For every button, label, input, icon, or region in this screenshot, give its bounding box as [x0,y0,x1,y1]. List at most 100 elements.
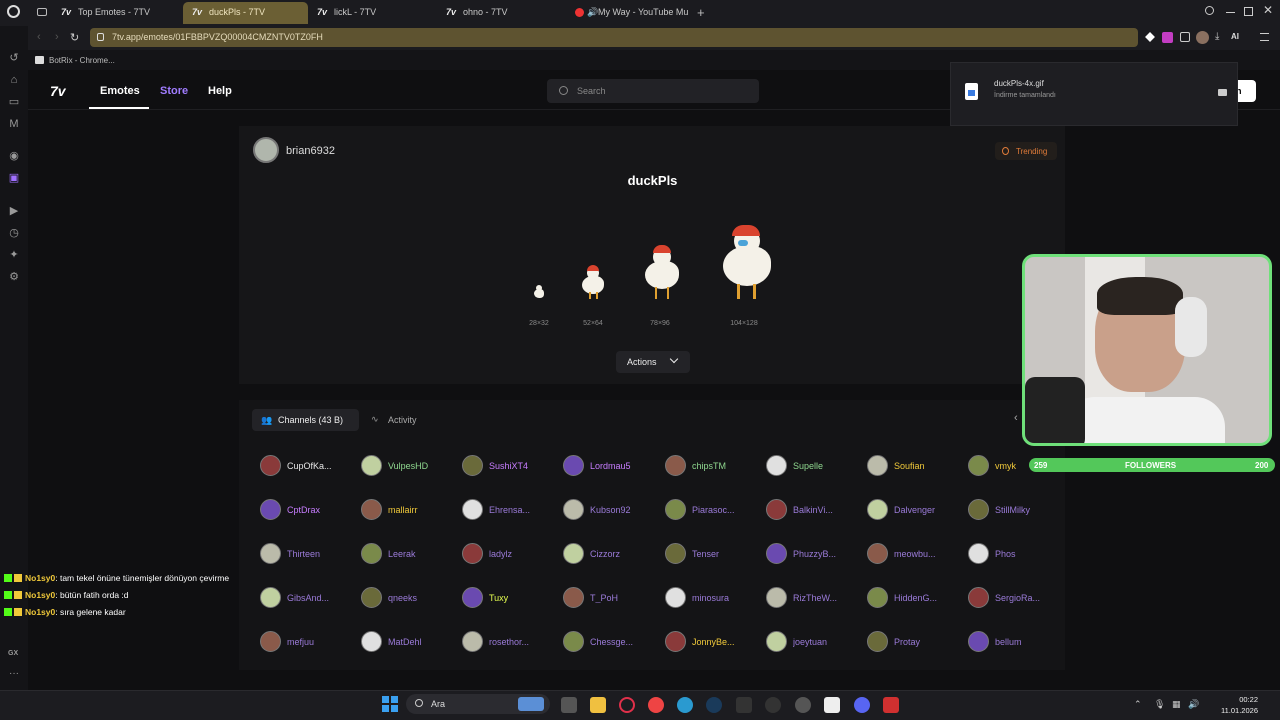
opera-logo[interactable] [7,5,20,18]
opera-gx-icon[interactable] [619,697,635,713]
channel-item[interactable]: mallairr [361,499,459,521]
more-icon[interactable]: ··· [9,668,19,679]
gx-control-icon[interactable]: ↺ [8,52,20,64]
clock-time[interactable]: 00:22 [1222,695,1258,704]
site-search[interactable]: Search [547,79,759,103]
channel-item[interactable]: Soufian [867,455,965,477]
channel-item[interactable]: RizTheW... [766,587,864,609]
discord-icon[interactable] [854,697,870,713]
mic-icon[interactable]: 🎙 [1154,699,1165,710]
tab-channels[interactable]: 👥 Channels (43 B) [252,409,359,431]
channel-item[interactable]: Lordmau5 [563,455,661,477]
task-view-icon[interactable] [561,697,577,713]
channel-item[interactable]: meowbu... [867,543,965,565]
file-explorer-icon[interactable] [590,697,606,713]
emote-preview-1x[interactable] [533,285,545,299]
channel-item[interactable]: GibsAnd... [260,587,358,609]
close-icon[interactable]: ✕ [1263,3,1273,17]
channel-item[interactable]: Leerak [361,543,459,565]
profile-avatar[interactable] [1196,31,1209,44]
tab-overview-icon[interactable] [37,8,47,16]
folder-icon[interactable] [1218,89,1227,96]
owner-name[interactable]: brian6932 [286,145,335,157]
stream-app-icon[interactable] [883,697,899,713]
bookmark-botrix[interactable]: BotRix - Chrome... [49,56,115,65]
actions-button[interactable]: Actions [616,351,690,373]
channel-item[interactable]: qneeks [361,587,459,609]
history-icon[interactable]: ◷ [8,227,20,239]
channel-item[interactable]: rosethor... [462,631,560,653]
channel-item[interactable]: CupOfKa... [260,455,358,477]
tab-top-emotes[interactable]: 7v Top Emotes - 7TV [52,2,180,24]
minimize-icon[interactable] [1226,12,1235,13]
channel-item[interactable]: JonnyBe... [665,631,763,653]
volume-icon[interactable]: 🔊 [1188,699,1199,710]
channel-item[interactable]: joeytuan [766,631,864,653]
forward-icon[interactable]: › [55,31,59,43]
edge-icon[interactable] [677,697,693,713]
steam-icon[interactable] [706,697,722,713]
nav-help[interactable]: Help [208,85,232,97]
channel-item[interactable]: StillMilky [968,499,1066,521]
nav-emotes[interactable]: Emotes [100,85,140,97]
address-bar[interactable]: 7tv.app/emotes/01FBBPVZQ00004CMZNTV0TZ0F… [90,28,1138,47]
system-tray[interactable]: ⌃ 🎙 ▦ 🔊 [1132,699,1206,711]
epic-games-icon[interactable] [736,697,752,713]
channel-item[interactable]: ladylz [462,543,560,565]
emote-preview-4x[interactable] [720,222,775,302]
carousel-left-icon[interactable]: ‹ [1014,412,1018,424]
channel-item[interactable]: Piarasoc... [665,499,763,521]
nav-store[interactable]: Store [160,85,188,97]
download-filename[interactable]: duckPls-4x.gif [994,79,1044,88]
channel-item[interactable]: Supelle [766,455,864,477]
obs-icon[interactable] [765,697,781,713]
channel-item[interactable]: SushiXT4 [462,455,560,477]
settings-icon[interactable] [795,697,811,713]
channel-item[interactable]: T_PoH [563,587,661,609]
channel-item[interactable]: Tuxy [462,587,560,609]
extension-icon[interactable] [1145,32,1155,42]
gx-extensions-icon[interactable]: ✦ [8,249,20,261]
download-popup[interactable]: duckPls-4x.gif İndirme tamamlandı [950,62,1238,126]
channel-item[interactable]: bellum [968,631,1066,653]
gx-player-icon[interactable]: ▶ [8,205,20,217]
channel-item[interactable]: chipsTM [665,455,763,477]
reload-icon[interactable]: ↻ [70,31,79,44]
document-icon[interactable] [824,697,840,713]
channel-item[interactable]: Tenser [665,543,763,565]
network-icon[interactable]: ▦ [1172,699,1181,710]
tab-duckpls[interactable]: 7v duckPls - 7TV [183,2,308,24]
channel-item[interactable]: Protay [867,631,965,653]
extension-icons[interactable]: ⤓ AI [1145,31,1255,44]
channel-item[interactable]: minosura [665,587,763,609]
speaker-icon[interactable]: 🔊 [587,7,598,18]
back-icon[interactable]: ‹ [37,31,41,43]
channel-item[interactable]: MatDehl [361,631,459,653]
puzzle-icon[interactable] [1180,32,1190,42]
ai-icon[interactable]: AI [1231,32,1239,41]
taskbar-search[interactable]: Ara [406,694,550,714]
channel-item[interactable]: SergioRa... [968,587,1066,609]
emote-preview-3x[interactable] [642,243,682,301]
channel-item[interactable]: Ehrensa... [462,499,560,521]
emote-preview-2x[interactable] [580,264,606,300]
new-tab-icon[interactable]: + [697,5,705,20]
gx-music-icon[interactable]: ◉ [8,150,20,162]
7tv-logo[interactable]: 7v [50,83,66,99]
channel-item[interactable]: Chessge... [563,631,661,653]
tab-lickl[interactable]: 7v lickL - 7TV [308,2,436,24]
channel-item[interactable]: BalkinVi... [766,499,864,521]
channel-item[interactable]: Kubson92 [563,499,661,521]
search-tabs-icon[interactable] [1205,6,1214,15]
channel-item[interactable]: HiddenG... [867,587,965,609]
chrome-icon[interactable] [648,697,664,713]
clock-date[interactable]: 11.01.2026 [1210,706,1258,715]
twitch-icon[interactable]: ▣ [8,172,20,184]
maximize-icon[interactable] [1244,7,1253,16]
channel-item[interactable]: Cizzorz [563,543,661,565]
channel-item[interactable]: Phos [968,543,1066,565]
gx-shop-icon[interactable]: ⌂ [8,74,20,86]
channel-item[interactable]: Dalvenger [867,499,965,521]
chevron-up-icon[interactable]: ⌃ [1134,699,1142,710]
download-icon[interactable]: ⤓ [1215,31,1219,42]
